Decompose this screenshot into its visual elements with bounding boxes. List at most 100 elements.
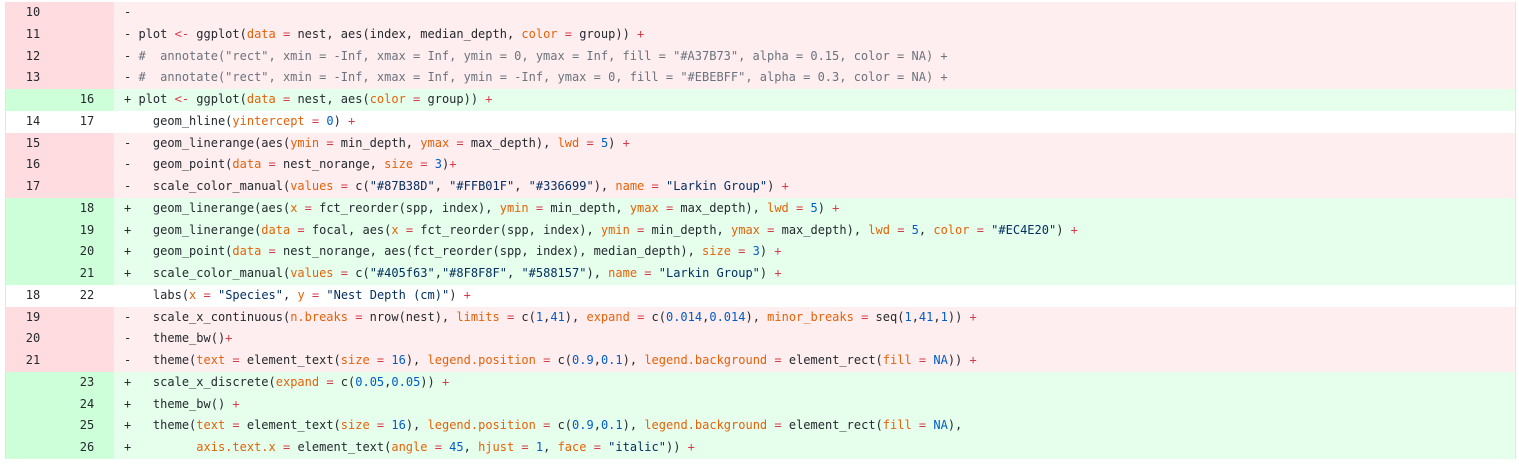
code-token: n.breaks: [290, 309, 348, 324]
code-token: ymax: [731, 222, 760, 237]
code-token: =: [405, 92, 428, 106]
new-line-number[interactable]: [60, 328, 114, 350]
code-token: ymax: [629, 200, 659, 215]
code-line: + geom_linerange(data = focal, aes(x = f…: [114, 220, 1515, 242]
diff-line-del[interactable]: 20 - theme_bw()+: [6, 328, 1515, 350]
code-line: - scale_color_manual(values = c("#87B38D…: [114, 176, 1515, 198]
code-line: - scale_x_continuous(n.breaks = nrow(nes…: [114, 307, 1515, 329]
code-token: geom_point(: [138, 244, 233, 259]
code-token: "#EC4E20": [991, 222, 1057, 237]
code-token: =: [449, 135, 471, 150]
new-line-number[interactable]: 23: [60, 371, 114, 394]
old-line-number[interactable]: 15: [6, 132, 60, 155]
code-token: ,: [933, 309, 941, 324]
new-line-number[interactable]: 21: [60, 263, 114, 285]
old-line-number[interactable]: [6, 197, 60, 220]
old-line-number[interactable]: 20: [6, 328, 60, 350]
new-line-number[interactable]: 19: [60, 219, 114, 242]
diff-line-del[interactable]: 19 - scale_x_continuous(n.breaks = nrow(n…: [6, 306, 1515, 329]
code-token: "Larkin Group": [658, 266, 760, 280]
old-line-number[interactable]: 19: [6, 306, 60, 329]
old-line-number[interactable]: 14: [6, 110, 60, 133]
code-token: +: [1070, 222, 1078, 237]
old-line-number[interactable]: [6, 371, 60, 394]
old-line-number[interactable]: [6, 89, 60, 111]
new-line-number[interactable]: [60, 154, 114, 176]
new-line-number[interactable]: 20: [60, 241, 114, 263]
new-line-number[interactable]: 17: [60, 110, 114, 133]
new-line-number[interactable]: 16: [60, 89, 114, 111]
diff-line-ctx[interactable]: 14 17 geom_hline(yintercept = 0) +: [6, 110, 1515, 133]
diff-line-add[interactable]: 24 + theme_bw() +: [6, 393, 1515, 416]
new-line-number[interactable]: 24: [60, 393, 114, 416]
code-token: +: [463, 287, 471, 302]
old-line-number[interactable]: 16: [6, 154, 60, 176]
diff-line-add[interactable]: 20 + geom_point(data = nest_norange, aes(…: [6, 241, 1515, 263]
new-line-number[interactable]: [60, 350, 114, 372]
diff-line-add[interactable]: 21 + scale_color_manual(values = c("#405f…: [6, 263, 1515, 285]
old-line-number[interactable]: 10: [6, 2, 60, 24]
diff-line-add[interactable]: 18 + geom_linerange(aes(x = fct_reorder(s…: [6, 197, 1515, 220]
old-line-number[interactable]: 13: [6, 67, 60, 89]
diff-line-del[interactable]: 12 - # annotate("rect", xmin = -Inf, xmax…: [6, 45, 1515, 68]
new-line-number[interactable]: 22: [60, 284, 114, 307]
old-line-number[interactable]: [6, 415, 60, 437]
new-line-number[interactable]: [60, 176, 114, 198]
code-token: =: [535, 418, 558, 433]
code-token: "#588157": [521, 266, 587, 280]
old-line-number[interactable]: [6, 241, 60, 263]
code-token: legend.background: [644, 353, 768, 367]
code-token: group)): [579, 26, 638, 41]
new-line-number[interactable]: [60, 132, 114, 155]
old-line-number[interactable]: [6, 219, 60, 242]
diff-line-del[interactable]: 13 - # annotate("rect", xmin = -Inf, xmax…: [6, 67, 1515, 89]
diff-line-del[interactable]: 15 - geom_linerange(aes(ymin = min_depth,…: [6, 132, 1515, 155]
code-token: nest_norange,: [282, 157, 385, 172]
code-token: 5: [911, 222, 919, 237]
new-line-number[interactable]: [60, 23, 114, 46]
code-token: 0.014: [709, 309, 746, 324]
diff-line-ctx[interactable]: 18 22 labs(x = "Species", y = "Nest Depth…: [6, 284, 1515, 307]
code-token: data: [246, 26, 276, 41]
code-token: ,: [918, 222, 934, 237]
code-token: y: [297, 287, 305, 302]
new-line-number[interactable]: [60, 2, 114, 24]
new-line-number[interactable]: 25: [60, 415, 114, 437]
code-token: limits: [456, 309, 500, 324]
code-token: legend.background: [644, 418, 768, 433]
diff-line-del[interactable]: 10 -: [6, 2, 1515, 24]
old-line-number[interactable]: 17: [6, 176, 60, 198]
diff-line-add[interactable]: 16 + plot <- ggplot(data = nest, aes(colo…: [6, 89, 1515, 111]
diff-line-add[interactable]: 25 + theme(text = element_text(size = 16)…: [6, 415, 1515, 437]
code-token: color: [933, 222, 970, 237]
old-line-number[interactable]: [6, 263, 60, 285]
diff-line-del[interactable]: 21 - theme(text = element_text(size = 16)…: [6, 350, 1515, 372]
code-token: scale_x_discrete(: [138, 374, 276, 389]
new-line-number[interactable]: 26: [60, 437, 114, 459]
code-token: =: [347, 309, 370, 324]
new-line-number[interactable]: [60, 306, 114, 329]
code-token: =: [304, 287, 327, 302]
old-line-number[interactable]: [6, 437, 60, 459]
code-token: =: [767, 418, 789, 433]
new-line-number[interactable]: 18: [60, 197, 114, 220]
diff-line-add[interactable]: 19 + geom_linerange(data = focal, aes(x =…: [6, 219, 1515, 242]
code-token: axis.text.x: [196, 440, 276, 454]
old-line-number[interactable]: 11: [6, 23, 60, 46]
code-token: nest, aes(: [297, 92, 370, 106]
diff-line-add[interactable]: 23 + scale_x_discrete(expand = c(0.05,0.0…: [6, 371, 1515, 394]
diff-line-del[interactable]: 17 - scale_color_manual(values = c("#87B3…: [6, 176, 1515, 198]
old-line-number[interactable]: 21: [6, 350, 60, 372]
old-line-number[interactable]: 18: [6, 284, 60, 307]
new-line-number[interactable]: [60, 67, 114, 89]
old-line-number[interactable]: [6, 393, 60, 416]
code-token: ),: [947, 418, 963, 433]
code-token: <-: [174, 92, 190, 106]
code-token: name: [615, 179, 645, 193]
diff-line-add[interactable]: 26 + axis.text.x = element_text(angle = 4…: [6, 437, 1515, 459]
diff-line-del[interactable]: 16 - geom_point(data = nest_norange, size…: [6, 154, 1515, 176]
old-line-number[interactable]: 12: [6, 45, 60, 68]
new-line-number[interactable]: [60, 45, 114, 68]
diff-line-del[interactable]: 11 - plot <- ggplot(data = nest, aes(inde…: [6, 23, 1515, 46]
code-token: ),: [622, 353, 645, 367]
